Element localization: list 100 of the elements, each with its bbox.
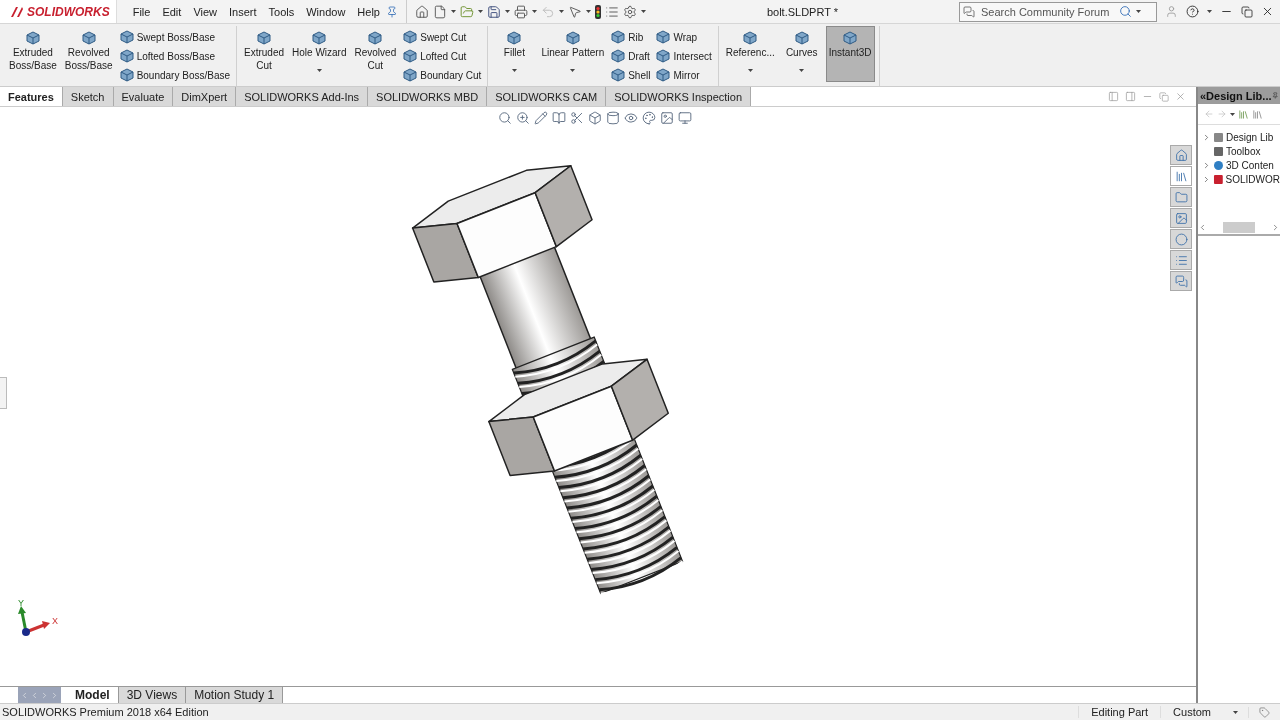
menu-item[interactable]: View — [187, 5, 224, 18]
palette-icon[interactable] — [642, 111, 656, 125]
task-pane-tab[interactable] — [1170, 187, 1192, 207]
ribbon-tab[interactable]: SOLIDWORKS MBD — [368, 87, 488, 106]
ribbon-button[interactable]: Linear Pattern — [538, 26, 608, 82]
undo-icon[interactable] — [541, 4, 555, 19]
triad-icon — [18, 606, 50, 636]
scroll-thumb[interactable] — [1223, 221, 1255, 233]
zoom-icon[interactable] — [498, 111, 512, 125]
search-bar[interactable]: Search Community Forum — [959, 1, 1157, 22]
cube-icon — [565, 31, 580, 45]
traffic-light-icon[interactable] — [595, 4, 601, 19]
home-icon[interactable] — [415, 4, 429, 19]
ribbon-button[interactable]: Swept Boss/Base — [119, 30, 230, 44]
ribbon-button[interactable]: Curves — [779, 26, 824, 82]
ribbon-button[interactable]: Rib — [611, 30, 651, 44]
ribbon-button[interactable]: Mirror — [656, 68, 712, 82]
menu-item[interactable]: Tools — [262, 5, 301, 18]
monitor-icon[interactable] — [678, 111, 692, 125]
tree-item[interactable]: Toolbox — [1226, 146, 1261, 157]
menu-item[interactable]: Edit — [156, 5, 188, 18]
caret-icon — [799, 69, 805, 72]
ribbon-button[interactable]: Swept Cut — [403, 30, 482, 44]
task-pane-tab[interactable] — [1170, 271, 1192, 291]
restore-icon[interactable] — [1159, 91, 1169, 102]
ribbon-button[interactable]: Revolved Cut — [351, 26, 400, 82]
task-pane-tab[interactable] — [1170, 166, 1192, 186]
settings-icon[interactable] — [623, 4, 637, 19]
pin-icon[interactable] — [386, 5, 398, 18]
ribbon-button[interactable]: Lofted Cut — [403, 49, 482, 63]
search-field[interactable]: Search Community Forum — [979, 4, 1115, 19]
panel-left-icon[interactable] — [1108, 91, 1119, 102]
units-selector[interactable]: Custom — [1171, 706, 1213, 718]
new-file-icon[interactable] — [433, 4, 447, 19]
zoom-area-icon[interactable] — [516, 111, 530, 125]
ribbon-button[interactable]: Instant3D — [825, 26, 875, 82]
task-pane-tab[interactable] — [1170, 208, 1192, 228]
menu-item[interactable]: Help — [351, 5, 386, 18]
ribbon-button[interactable]: Revolved Boss/Base — [61, 26, 116, 82]
tree-item[interactable]: SOLIDWOR — [1225, 174, 1280, 185]
ribbon-button[interactable]: Lofted Boss/Base — [119, 49, 230, 63]
forward-icon[interactable] — [1217, 109, 1227, 119]
ribbon-button[interactable]: Boundary Boss/Base — [119, 68, 230, 82]
next-icon[interactable] — [40, 690, 49, 700]
scene-icon[interactable] — [660, 111, 674, 125]
model-tab[interactable]: Motion Study 1 — [186, 687, 284, 703]
cylinder-icon[interactable] — [606, 111, 620, 125]
ribbon-tab[interactable]: SOLIDWORKS Add-Ins — [236, 87, 369, 106]
ribbon-button[interactable]: Wrap — [656, 30, 712, 44]
panel-right-icon[interactable] — [1125, 91, 1136, 102]
first-icon[interactable] — [20, 690, 29, 700]
tree-item[interactable]: 3D Conten — [1226, 160, 1274, 171]
add-library-icon[interactable] — [1238, 108, 1249, 120]
ribbon-button[interactable]: Shell — [611, 68, 651, 82]
expand-icon[interactable] — [1202, 133, 1211, 142]
scroll-left-icon[interactable] — [1198, 222, 1207, 232]
axis-label: X — [52, 616, 58, 626]
task-pane-tab[interactable] — [1170, 250, 1192, 270]
task-pane-tab[interactable] — [1170, 145, 1192, 165]
tree-item[interactable]: Design Lib — [1226, 132, 1274, 143]
ribbon-button[interactable]: Extruded Boss/Base — [6, 26, 60, 82]
scissors-icon[interactable] — [570, 111, 584, 125]
menu-item[interactable]: File — [126, 5, 157, 18]
library-icon[interactable] — [1252, 108, 1263, 120]
pin-icon[interactable] — [1271, 91, 1278, 100]
panel-handle[interactable] — [0, 377, 7, 409]
last-icon[interactable] — [50, 690, 59, 700]
ribbon-button[interactable]: Boundary Cut — [403, 68, 482, 82]
ribbon-tab[interactable]: DimXpert — [173, 87, 237, 106]
ribbon-tab[interactable]: Evaluate — [113, 87, 174, 106]
menu-item[interactable]: Window — [300, 5, 352, 18]
ribbon-button[interactable]: Referenc... — [722, 26, 778, 82]
help-icon[interactable] — [1186, 5, 1199, 18]
task-pane-tab[interactable] — [1170, 229, 1192, 249]
ribbon-button[interactable]: Extruded Cut — [241, 26, 288, 82]
back-icon[interactable] — [1204, 109, 1214, 119]
ribbon-button[interactable]: Hole Wizard — [289, 26, 350, 82]
search-icon[interactable] — [1119, 5, 1132, 18]
ribbon-tab[interactable]: Sketch — [62, 87, 114, 106]
ribbon-tab[interactable]: SOLIDWORKS CAM — [487, 87, 607, 106]
user-icon[interactable] — [1165, 5, 1178, 18]
printer-icon[interactable] — [514, 4, 528, 19]
caret-icon — [1207, 10, 1212, 13]
model-tab[interactable]: 3D Views — [118, 687, 187, 703]
save-icon[interactable] — [487, 4, 501, 19]
previous-icon[interactable] — [30, 690, 39, 700]
menu-item[interactable]: Insert — [223, 5, 263, 18]
scroll-right-icon[interactable] — [1271, 222, 1280, 232]
eye-icon[interactable] — [624, 111, 638, 125]
pointer-icon[interactable] — [568, 4, 582, 19]
ribbon-button[interactable]: Draft — [611, 49, 651, 63]
pencil-icon[interactable] — [534, 111, 548, 125]
folder-icon — [1174, 190, 1188, 204]
open-folder-icon[interactable] — [460, 4, 474, 19]
tag-icon[interactable] — [1259, 706, 1270, 718]
ribbon-button[interactable]: Intersect — [656, 49, 712, 63]
close-icon[interactable] — [1261, 5, 1274, 18]
ribbon-button[interactable]: Fillet — [492, 26, 537, 82]
ribbon-tab[interactable]: SOLIDWORKS Inspection — [606, 87, 752, 106]
restore-icon[interactable] — [1241, 5, 1253, 18]
